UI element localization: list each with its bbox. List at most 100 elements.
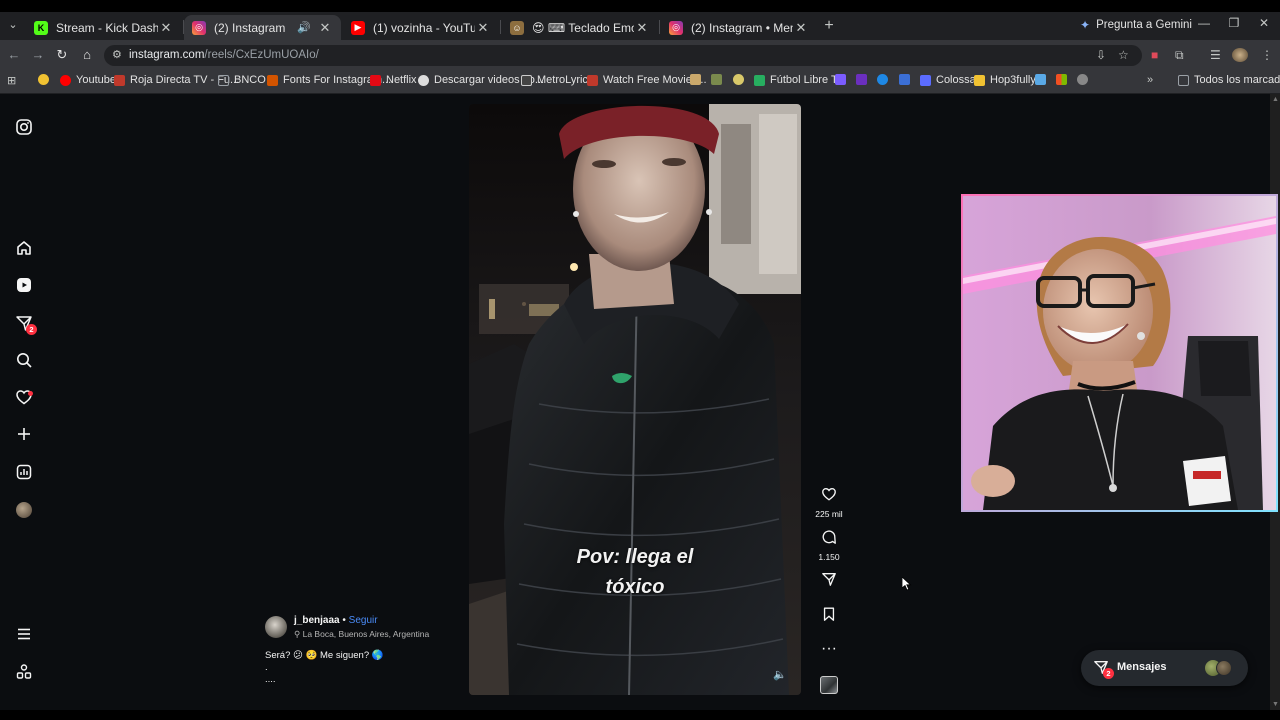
colossal-icon [920,74,931,86]
comment-button[interactable]: 1.150 [815,529,843,562]
close-tab-icon[interactable]: ✕ [793,20,809,36]
bookmark-icon-2[interactable] [711,74,722,85]
reel-video[interactable] [469,104,801,695]
messages-badge: 2 [26,324,37,335]
share-button[interactable] [815,571,843,592]
home-icon[interactable] [14,239,34,259]
tab-instagram[interactable]: ◎ (2) Instagram 🔊 ✕ [184,15,341,40]
bookmark-icon-4[interactable] [835,74,846,85]
tab-title: 😍 ⌨ Teclado Emoji 👍 🔥 39 [532,20,634,35]
home-button-icon[interactable]: ⌂ [79,47,95,63]
forward-icon[interactable]: → [30,47,46,63]
bookmark-youtube[interactable]: Youtube [60,74,116,86]
movies-icon [587,74,598,86]
instagram-icon[interactable] [14,118,34,138]
location-pin-icon: ⚲ [294,629,301,639]
close-tab-icon[interactable]: ✕ [317,20,333,36]
follow-button[interactable]: Seguir [349,615,378,626]
more-icon[interactable] [14,625,34,645]
bookmark-icon-8[interactable] [1077,74,1088,85]
bookmark-star-icon[interactable]: ☆ [1118,48,1129,62]
folder-icon [1178,74,1189,86]
bookmark-icon-7[interactable] [1035,74,1046,85]
install-app-icon[interactable]: ⇩ [1096,48,1106,62]
microsoft-icon[interactable] [1056,74,1067,85]
reload-icon[interactable]: ↻ [54,47,70,63]
scroll-down-icon[interactable]: ▼ [1272,701,1279,708]
chrome-menu-icon[interactable]: ⋮ [1261,48,1273,62]
search-icon[interactable] [14,351,34,371]
tab-title: (1) vozinha - YouTube [373,20,475,35]
bookmark-icon-1[interactable] [690,74,701,85]
more-bookmarks-icon[interactable]: » [1147,74,1153,86]
yahoo-icon[interactable] [856,74,867,85]
bookmark-watch-free-movies[interactable]: Watch Free Movies... [587,74,707,86]
gemini-button[interactable]: ✦ Pregunta a Gemini [1080,18,1192,32]
bookmark-colossal[interactable]: Colossal [920,74,978,86]
reel-caption[interactable]: Será? 😕 🥺 Me siguen? 🌎 . .... [265,650,384,686]
comment-count: 1.150 [818,552,840,562]
messages-pill-button[interactable]: 2 Mensajes [1081,650,1248,686]
tab-instagram-mensajes[interactable]: ◎ (2) Instagram • Mensajes ✕ [661,15,817,40]
gemini-label: Pregunta a Gemini [1096,19,1192,31]
bookmark-icon-3[interactable] [733,74,744,85]
download-icon [418,74,429,86]
tab-search-icon[interactable]: ⌄ [4,16,22,34]
facecam-image [963,196,1276,510]
restore-icon[interactable]: ❐ [1226,16,1242,30]
scroll-up-icon[interactable]: ▲ [1272,96,1279,103]
bookmark-hop3fully[interactable]: Hop3fully [974,74,1036,86]
tab-teclado-emoji[interactable]: ☺ 😍 ⌨ Teclado Emoji 👍 🔥 39 ✕ [502,15,658,40]
profile-avatar-icon[interactable] [1232,48,1248,62]
speaker-icon[interactable]: 🔊 [297,21,311,34]
new-tab-button[interactable]: + [821,18,837,34]
ellipsis-icon: ··· [821,640,837,657]
author-line: j_benjaaa • Seguir [294,615,378,626]
tab-kick-dashboard[interactable]: K Stream - Kick Dashboard ✕ [26,15,182,40]
save-button[interactable] [815,606,843,627]
bookmark-label: MetroLyrics [537,74,594,86]
dashboard-icon[interactable] [14,463,34,483]
url-host: instagram.com [129,49,205,61]
all-bookmarks-folder[interactable]: Todos los marcadores [1178,74,1280,86]
fonts-icon [267,74,278,86]
bookmark-futbol-libre[interactable]: Fútbol Libre TV [754,74,845,86]
back-icon[interactable]: ← [6,47,22,63]
author-username[interactable]: j_benjaaa [294,615,340,626]
url-text[interactable]: instagram.com/reels/CxEzUmUOAIo/ [129,49,319,61]
youtube-icon [60,74,71,86]
extension-icon[interactable]: ■ [1151,48,1158,62]
bookmark-icon-6[interactable] [899,74,910,85]
close-tab-icon[interactable]: ✕ [634,20,650,36]
close-tab-icon[interactable]: ✕ [475,20,491,36]
threads-icon[interactable] [14,663,34,683]
volume-icon[interactable]: 🔈 [773,668,787,681]
tab-youtube[interactable]: ▶ (1) vozinha - YouTube ✕ [343,15,499,40]
bookmark-bnco[interactable]: BNCO [218,74,266,86]
tab-title: (2) Instagram • Mensajes [691,20,793,35]
reading-list-icon[interactable]: ☰ [1210,48,1221,62]
author-avatar[interactable] [265,616,287,638]
emoji-bookmark-icon[interactable] [38,74,49,85]
reels-icon[interactable] [14,276,34,296]
tab-divider [500,20,501,34]
more-options-button[interactable]: ··· [815,640,843,658]
close-window-icon[interactable]: ✕ [1256,16,1272,30]
mouse-cursor-icon [902,577,912,591]
apps-grid-icon[interactable]: ⊞ [7,74,16,87]
profile-avatar[interactable] [16,502,32,518]
comment-icon [815,529,843,550]
bookmark-metrolyrics[interactable]: MetroLyrics [521,74,593,86]
emoji-icon: ☺ [510,20,524,35]
audio-thumbnail[interactable] [820,676,838,694]
site-info-icon[interactable]: ⚙ [112,48,122,61]
create-icon[interactable] [14,425,34,445]
extensions-puzzle-icon[interactable]: ⧉ [1175,48,1184,63]
like-button[interactable]: 225 mil [815,486,843,519]
close-tab-icon[interactable]: ✕ [158,20,174,36]
location-text: La Boca, Buenos Aires, Argentina [302,629,430,639]
minimize-icon[interactable]: — [1196,16,1212,30]
location-line[interactable]: ⚲ La Boca, Buenos Aires, Argentina [294,629,429,640]
bookmark-icon-5[interactable] [877,74,888,85]
bookmark-netflix[interactable]: Netflix [370,74,417,86]
